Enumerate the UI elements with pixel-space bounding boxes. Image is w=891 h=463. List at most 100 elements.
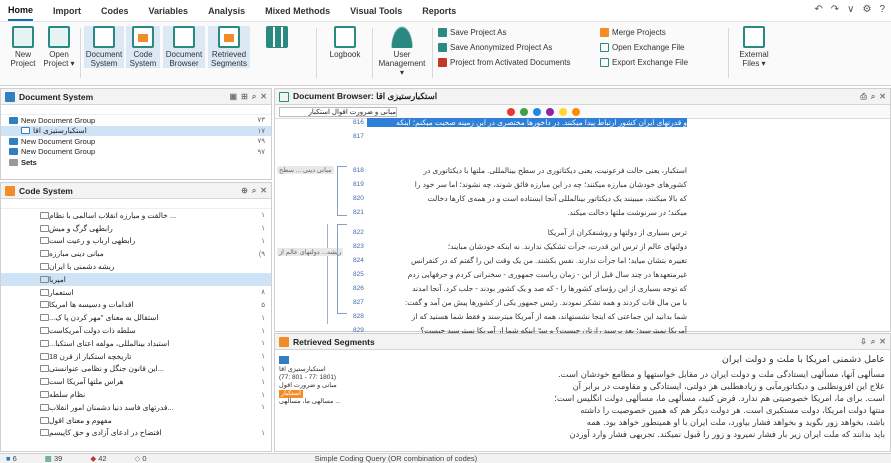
close-icon[interactable]: ✕: [260, 186, 267, 196]
status-bar: ■ 6 ▦ 39 ◆ 42 ◇ 0 Simple Coding Query (O…: [0, 453, 891, 463]
open-exchange-file-button[interactable]: Open Exchange File: [600, 43, 685, 52]
document-line[interactable]: که بالا میکنند، میبینند یک دیکتاتور بینا…: [367, 194, 687, 203]
code-item[interactable]: رابطهی ارباب و رعیت است ۱: [1, 235, 271, 248]
close-icon[interactable]: ✕: [260, 92, 267, 102]
document-search-field[interactable]: [1, 105, 271, 115]
document-line[interactable]: و قدرتهای ایران کشور ارتباط پیدا میکنند.…: [367, 118, 687, 127]
layout-button[interactable]: [262, 26, 292, 50]
segment-line: است. برای ما، امریکا خصوصیتی هم ندارد. ف…: [554, 393, 885, 403]
code-item[interactable]: سلطه ذات دولت آمریکاست ۱: [1, 324, 271, 337]
export-exchange-file-button[interactable]: Export Exchange File: [600, 58, 688, 67]
document-line[interactable]: دولتهای عالم از ترس این قدرت، جرأت تشکیک…: [367, 242, 687, 251]
document-group[interactable]: New Document Group ۷۹: [1, 136, 271, 147]
segment-text[interactable]: عامل دشمنی امریکا با ملت و دولت ایران مس…: [395, 354, 885, 450]
code-item[interactable]: تاریخچه استکبار از قرن 18 ۱: [1, 350, 271, 363]
code-item[interactable]: نظام سلطه ۱: [1, 388, 271, 401]
close-icon[interactable]: ✕: [879, 92, 886, 102]
document-line[interactable]: استکبار، یعنی حالت فرعونیت، یعنی دیکتاتو…: [367, 166, 687, 175]
logbook-button[interactable]: Logbook: [326, 26, 364, 59]
code-item[interactable]: ... خالقت و مبارزه انقلاب اسالمی با نظام…: [1, 209, 271, 222]
close-icon[interactable]: ✕: [879, 337, 886, 347]
document-line[interactable]: غیرمتعهدها در چند سال قبل از این - زمان …: [367, 270, 687, 279]
project-from-activated-button[interactable]: Project from Activated Documents: [438, 58, 571, 67]
document-group[interactable]: New Document Group ۷۳: [1, 115, 271, 126]
document-item[interactable]: استکبارستیزی اقا ۱۷: [1, 125, 271, 136]
settings-icon[interactable]: ⚙: [862, 4, 871, 15]
segment-label[interactable]: مبانی دینی ... سطح: [277, 166, 334, 174]
activate-icon[interactable]: ▣: [230, 92, 238, 102]
code-item[interactable]: ریشه دشمنی با ایران: [1, 260, 271, 273]
menu-mixed-methods[interactable]: Mixed Methods: [265, 2, 330, 20]
segment-info[interactable]: استکبارستیزی اقا (77: 801 - 77: 1801) مب…: [279, 356, 371, 448]
undo-icon[interactable]: ↶: [814, 4, 822, 15]
document-line[interactable]: که توجه بسیاری از این رؤسای کشورها را - …: [367, 284, 687, 293]
code-item[interactable]: رابطهی گرگ و میش ۱: [1, 222, 271, 235]
search-icon[interactable]: ⌕: [871, 337, 875, 347]
code-system-button[interactable]: Code System: [126, 26, 160, 68]
status-query[interactable]: Simple Coding Query (OR combination of c…: [315, 454, 478, 463]
search-icon[interactable]: ⌕: [871, 92, 875, 102]
document-system-button[interactable]: Document System: [84, 26, 124, 68]
search-icon[interactable]: ⌕: [252, 92, 256, 102]
code-item[interactable]: هراس ملتها آمریکا است ۱: [1, 375, 271, 388]
document-line[interactable]: شما بدانید این جماعتی که اینجا نشستهاند،…: [367, 312, 687, 321]
code-search-field[interactable]: [1, 199, 271, 209]
code-item[interactable]: استقالل به معنای "مهر کردن پا ک... ۱: [1, 311, 271, 324]
document-group[interactable]: New Document Group ۹۷: [1, 147, 271, 158]
code-item[interactable]: مبانی دینی مبارزه (۹: [1, 247, 271, 260]
menu-import[interactable]: Import: [53, 2, 81, 20]
color-code-purple-icon[interactable]: [546, 108, 554, 116]
menu-variables[interactable]: Variables: [149, 2, 189, 20]
print-icon[interactable]: ⎙: [860, 92, 866, 102]
sets-item[interactable]: Sets: [1, 157, 271, 168]
code-icon: [40, 416, 49, 424]
color-code-yellow-icon[interactable]: [559, 108, 567, 116]
folder-icon: [9, 158, 18, 166]
save-project-as-button[interactable]: Save Project As: [438, 28, 506, 37]
external-files-button[interactable]: External Files ▾: [734, 26, 774, 68]
document-line[interactable]: میکند؛ در سرنوشت ملتها دخالت میکند.: [367, 208, 687, 217]
code-item[interactable]: امپریا: [1, 272, 271, 286]
export-icon[interactable]: ⇩: [860, 337, 867, 347]
menu-codes[interactable]: Codes: [101, 2, 129, 20]
segment-label[interactable]: ریشه... دولتهای عالم از: [277, 248, 344, 256]
code-icon: [40, 301, 49, 309]
logbook-icon: [334, 26, 356, 48]
color-code-green-icon[interactable]: [520, 108, 528, 116]
open-project-icon: [48, 26, 70, 48]
menu-reports[interactable]: Reports: [422, 2, 456, 20]
code-item[interactable]: استبداد بینالمللی، مولفه اعتای استکبا...…: [1, 337, 271, 350]
document-line[interactable]: ترس بسیاری از دولتها و روشنفکران از آمری…: [367, 228, 687, 237]
retrieved-segments-button[interactable]: Retrieved Segments: [208, 26, 250, 68]
new-code-icon[interactable]: ⊕: [241, 186, 248, 196]
document-text-area[interactable]: مبانی دینی ... سطح ریشه... دولتهای عالم …: [275, 118, 890, 335]
code-item[interactable]: ...قدرتهای فاسد دنیا دشمنان امور انقلاب ۱: [1, 401, 271, 414]
menu-analysis[interactable]: Analysis: [208, 2, 245, 20]
menu-home[interactable]: Home: [8, 1, 34, 21]
menu-visual-tools[interactable]: Visual Tools: [350, 2, 402, 20]
help-icon[interactable]: ?: [879, 4, 885, 15]
code-item[interactable]: افتضاح در ادعای آزادی و حق کاپیسم ۱: [1, 427, 271, 440]
color-code-red-icon[interactable]: [507, 108, 515, 116]
document-line[interactable]: تغییرہ بتشان میاید؛ اما جرأت ندارند. نفس…: [367, 256, 687, 265]
merge-projects-button[interactable]: Merge Projects: [600, 28, 666, 37]
color-code-orange-icon[interactable]: [572, 108, 580, 116]
save-anonymized-button[interactable]: Save Anonymized Project As: [438, 43, 552, 52]
redo-icon[interactable]: ↷: [831, 4, 839, 15]
color-code-blue-icon[interactable]: [533, 108, 541, 116]
folder-icon: [9, 148, 18, 156]
document-line[interactable]: با من مال قات کردند و همه تشکر نمودند. ر…: [367, 298, 687, 307]
code-dropdown[interactable]: مبانی و ضرورت اقوال استکبار: [279, 107, 397, 117]
code-item[interactable]: مفهوم و معنای اقول: [1, 414, 271, 427]
document-line[interactable]: کشورهای خودشان مبارزه میکنند؛ چه در این …: [367, 180, 687, 189]
code-item[interactable]: اقدامات و دسیسه ها امریکا ۵: [1, 299, 271, 312]
dropdown-icon[interactable]: ∨: [847, 4, 854, 15]
code-item[interactable]: ...این قانون جنگل و نظامی عنوانستی ۱: [1, 363, 271, 376]
search-icon[interactable]: ⌕: [252, 186, 256, 196]
code-item[interactable]: استعمار ۸: [1, 286, 271, 299]
filter-icon[interactable]: ⊞: [241, 92, 248, 102]
new-project-button[interactable]: New Project: [8, 26, 38, 68]
document-browser-button[interactable]: Document Browser: [163, 26, 205, 68]
user-management-button[interactable]: User Management ▾: [378, 26, 426, 77]
open-project-button[interactable]: Open Project ▾: [42, 26, 76, 68]
